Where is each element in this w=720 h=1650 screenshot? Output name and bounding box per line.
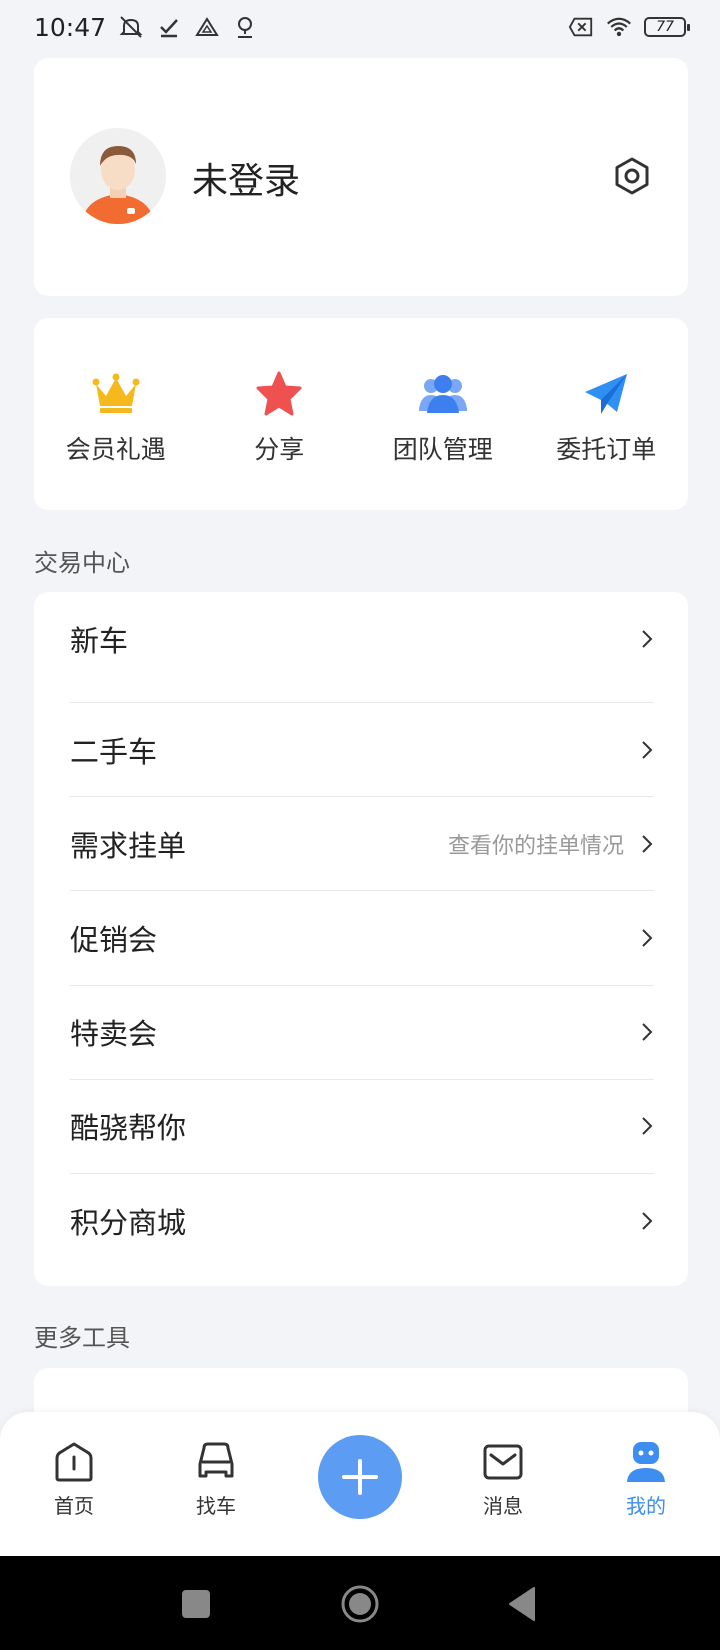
profile-card[interactable]: 未登录 <box>34 58 688 296</box>
action-team-management[interactable]: 团队管理 <box>361 318 525 510</box>
chevron-right-icon <box>642 630 653 648</box>
square-icon <box>182 1590 210 1618</box>
menu-item-label: 酷骁帮你 <box>70 1111 187 1145</box>
circle-icon <box>341 1585 379 1623</box>
section-title-trade-center: 交易中心 <box>34 549 130 577</box>
drive-icon <box>194 14 220 40</box>
nav-label: 首页 <box>54 1494 94 1518</box>
chevron-right-icon <box>642 1117 653 1135</box>
mail-icon <box>483 1444 523 1480</box>
crown-icon <box>92 370 140 418</box>
star-icon <box>255 370 303 418</box>
chevron-right-icon <box>642 741 653 759</box>
home-icon <box>55 1442 93 1482</box>
back-button[interactable] <box>504 1584 544 1624</box>
login-status-label[interactable]: 未登录 <box>192 152 300 204</box>
action-label: 委托订单 <box>556 435 657 464</box>
trade-menu-card: 新车 二手车 需求挂单 查看你的挂单情况 促销会 特卖会 酷骁帮你 积分商城 <box>34 592 688 1286</box>
mute-icon <box>118 14 144 40</box>
menu-item-label: 积分商城 <box>70 1206 187 1240</box>
nav-item-home[interactable]: 首页 <box>19 1440 129 1519</box>
paper-plane-icon <box>582 370 630 418</box>
wifi-icon <box>606 14 632 40</box>
back-triangle-icon <box>509 1587 535 1621</box>
battery-icon: 77 <box>644 17 690 37</box>
nav-label: 消息 <box>483 1494 523 1518</box>
action-entrusted-orders[interactable]: 委托订单 <box>525 318 689 510</box>
section-title-more-tools: 更多工具 <box>34 1324 130 1352</box>
status-time: 10:47 <box>34 12 107 42</box>
action-label: 会员礼遇 <box>65 435 166 464</box>
menu-item-promotion[interactable]: 促销会 <box>70 891 654 985</box>
chevron-right-icon <box>642 1023 653 1041</box>
add-button[interactable] <box>318 1435 402 1519</box>
menu-item-special-sale[interactable]: 特卖会 <box>70 985 654 1079</box>
menu-item-demand-listing[interactable]: 需求挂单 查看你的挂单情况 <box>70 797 654 891</box>
chevron-right-icon <box>642 835 653 853</box>
nav-item-messages[interactable]: 消息 <box>448 1440 558 1519</box>
menu-item-label: 二手车 <box>70 735 158 769</box>
menu-item-label: 特卖会 <box>70 1017 158 1051</box>
settings-button[interactable] <box>612 156 652 196</box>
action-label: 团队管理 <box>392 435 493 464</box>
team-icon <box>418 370 467 418</box>
nav-item-find-car[interactable]: 找车 <box>161 1440 271 1519</box>
status-left: 10:47 <box>34 13 258 42</box>
menu-item-used-car[interactable]: 二手车 <box>70 703 654 797</box>
profile-robot-icon <box>627 1442 665 1482</box>
system-nav-bar <box>0 1556 720 1650</box>
menu-item-hint: 查看你的挂单情况 <box>447 834 624 859</box>
menu-item-label: 新车 <box>70 624 129 658</box>
chevron-right-icon <box>642 1212 653 1230</box>
car-icon <box>198 1442 234 1478</box>
chevron-right-icon <box>642 929 653 947</box>
status-right: 77 <box>568 14 690 40</box>
bottom-nav: 首页 找车 消息 我的 <box>0 1412 720 1556</box>
menu-item-points-mall[interactable]: 积分商城 <box>70 1174 654 1268</box>
check-icon <box>156 14 182 40</box>
sim-off-icon <box>568 14 594 40</box>
location-icon <box>232 14 258 40</box>
menu-item-label: 需求挂单 <box>70 829 187 863</box>
avatar[interactable] <box>70 128 166 224</box>
plus-icon <box>342 1459 378 1495</box>
action-share[interactable]: 分享 <box>198 318 362 510</box>
quick-actions-card: 会员礼遇 分享 团队管理 委托订单 <box>34 318 688 510</box>
avatar-icon <box>70 128 166 224</box>
nav-label: 我的 <box>626 1494 666 1518</box>
nav-item-mine[interactable]: 我的 <box>591 1440 701 1519</box>
nav-label: 找车 <box>196 1494 236 1518</box>
action-membership[interactable]: 会员礼遇 <box>34 318 198 510</box>
action-label: 分享 <box>254 435 305 464</box>
menu-item-new-car[interactable]: 新车 <box>70 592 654 686</box>
menu-item-helper[interactable]: 酷骁帮你 <box>70 1079 654 1173</box>
home-system-button[interactable] <box>340 1584 380 1624</box>
status-bar: 10:47 77 <box>0 0 720 54</box>
settings-hex-icon <box>615 157 649 195</box>
menu-item-label: 促销会 <box>70 923 158 957</box>
recents-button[interactable] <box>176 1584 216 1624</box>
